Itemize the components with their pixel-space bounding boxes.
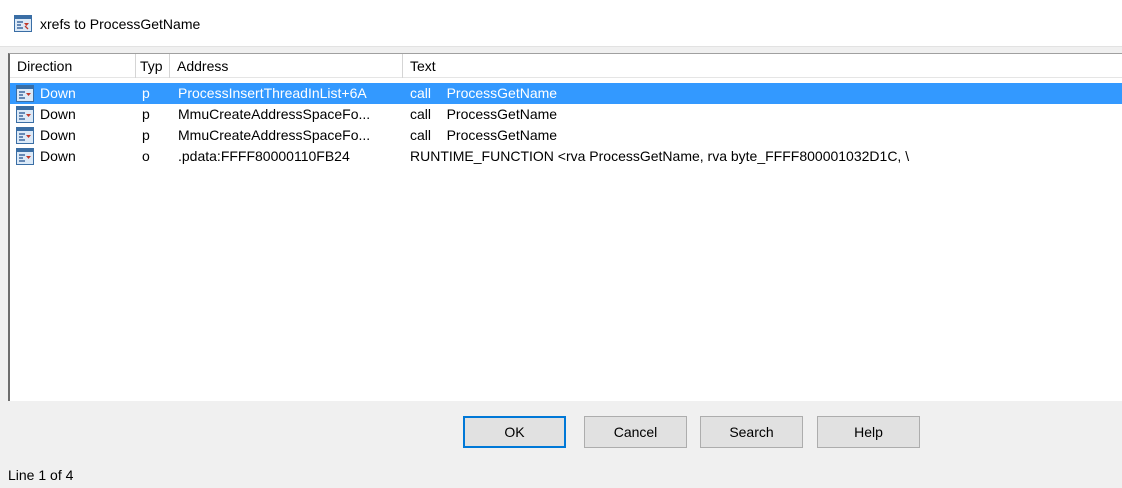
- cell-address: MmuCreateAddressSpaceFo...: [178, 106, 371, 122]
- xref-row-icon: [16, 127, 34, 144]
- cell-text: RUNTIME_FUNCTION <rva ProcessGetName, rv…: [410, 148, 910, 164]
- cell-type: p: [142, 106, 150, 122]
- cell-text: call ProcessGetName: [410, 85, 558, 101]
- status-bar: Line 1 of 4: [0, 462, 1122, 488]
- list-header: Direction Typ Address Text: [10, 54, 1122, 78]
- column-header-text[interactable]: Text: [403, 54, 1122, 78]
- table-row[interactable]: Down p MmuCreateAddressSpaceFo... call P…: [10, 104, 1122, 125]
- cell-direction: Down: [40, 127, 76, 143]
- cell-direction: Down: [40, 106, 76, 122]
- xref-window-icon: [14, 15, 32, 32]
- xref-row-icon: [16, 106, 34, 123]
- column-header-address[interactable]: Address: [170, 54, 403, 78]
- table-row[interactable]: Down p ProcessInsertThreadInList+6A call…: [10, 83, 1122, 104]
- xref-row-icon: [16, 148, 34, 165]
- cell-text: call ProcessGetName: [410, 127, 558, 143]
- cell-direction: Down: [40, 85, 76, 101]
- status-line-count: Line 1 of 4: [8, 467, 74, 483]
- cell-text: call ProcessGetName: [410, 106, 558, 122]
- xref-row-icon: [16, 85, 34, 102]
- title-bar: xrefs to ProcessGetName: [0, 0, 1122, 47]
- cell-address: MmuCreateAddressSpaceFo...: [178, 127, 371, 143]
- cancel-button[interactable]: Cancel: [584, 416, 687, 448]
- search-button[interactable]: Search: [700, 416, 803, 448]
- cell-direction: Down: [40, 148, 76, 164]
- window-title: xrefs to ProcessGetName: [40, 16, 201, 32]
- column-header-direction[interactable]: Direction: [10, 54, 136, 78]
- cell-address: ProcessInsertThreadInList+6A: [178, 85, 367, 101]
- help-button[interactable]: Help: [817, 416, 920, 448]
- table-row[interactable]: Down p MmuCreateAddressSpaceFo... call P…: [10, 125, 1122, 146]
- column-header-type[interactable]: Typ: [136, 54, 170, 78]
- cell-address: .pdata:FFFF80000110FB24: [178, 148, 350, 164]
- cell-type: o: [142, 148, 150, 164]
- table-row[interactable]: Down o .pdata:FFFF80000110FB24 RUNTIME_F…: [10, 146, 1122, 167]
- cell-type: p: [142, 85, 150, 101]
- xrefs-list[interactable]: Direction Typ Address Text Down p Proces…: [8, 53, 1122, 401]
- ok-button[interactable]: OK: [463, 416, 566, 448]
- cell-type: p: [142, 127, 150, 143]
